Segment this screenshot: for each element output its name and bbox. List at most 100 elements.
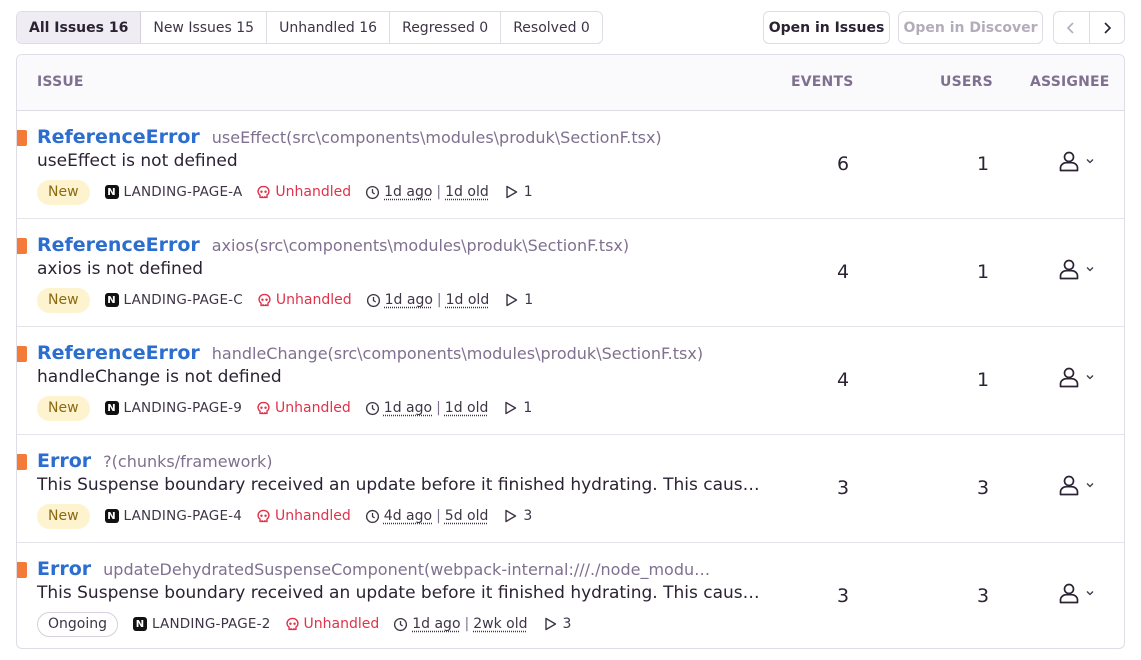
tab-new-issues[interactable]: New Issues 15: [141, 12, 268, 43]
assignee-selector[interactable]: [1057, 581, 1095, 605]
issue-culprit: useEffect(src\components\modules\produk\…: [211, 128, 662, 147]
assignee-selector[interactable]: [1057, 365, 1095, 389]
seen-times: 1d ago | 1d old: [366, 292, 490, 308]
clock-icon: [365, 509, 379, 523]
time-separator: |: [436, 184, 442, 200]
project-link[interactable]: N LANDING-PAGE-2: [133, 616, 271, 632]
open-in-discover-button[interactable]: Open in Discover: [898, 11, 1043, 44]
unhandled-indicator: Unhandled: [285, 616, 380, 632]
next-page-button[interactable]: [1090, 12, 1125, 43]
replays-count: 1: [524, 292, 534, 308]
issue-message: handleChange is not defined: [37, 367, 282, 387]
clock-icon: [366, 293, 380, 307]
events-count: 4: [836, 369, 850, 391]
status-badge: New: [37, 503, 90, 529]
play-icon: [506, 293, 518, 307]
unhandled-label: Unhandled: [275, 184, 352, 200]
level-marker: [17, 238, 27, 254]
header-assignee: ASSIGNEE: [1030, 74, 1110, 90]
replays-count: 3: [562, 616, 572, 632]
project-name: LANDING-PAGE-C: [123, 292, 243, 308]
last-seen[interactable]: 1d ago: [385, 292, 433, 308]
assignee-selector[interactable]: [1057, 149, 1095, 173]
events-count: 4: [836, 261, 850, 283]
nextjs-logo-icon: N: [104, 509, 119, 523]
issue-row[interactable]: ReferenceError useEffect(src\components\…: [17, 111, 1124, 219]
last-seen[interactable]: 4d ago: [384, 508, 432, 524]
project-name: LANDING-PAGE-A: [123, 184, 243, 200]
issue-meta: Ongoing N LANDING-PAGE-2 Unhandled 1d ag…: [37, 611, 571, 637]
issue-row[interactable]: ReferenceError axios(src\components\modu…: [17, 219, 1124, 327]
users-count: 1: [976, 369, 990, 391]
play-icon: [506, 185, 517, 199]
chevron-right-icon: [1104, 21, 1111, 34]
last-seen[interactable]: 1d ago: [384, 184, 432, 200]
status-badge: New: [37, 287, 90, 313]
project-link[interactable]: N LANDING-PAGE-9: [104, 400, 243, 416]
play-icon: [505, 509, 517, 523]
replays-count: 1: [523, 400, 533, 416]
assignee-selector[interactable]: [1057, 473, 1095, 497]
first-seen[interactable]: 1d old: [445, 184, 489, 200]
issues-table: ISSUE EVENTS USERS ASSIGNEE ReferenceErr…: [16, 54, 1125, 649]
issue-type-link[interactable]: Error: [37, 450, 91, 472]
project-link[interactable]: N LANDING-PAGE-4: [104, 508, 243, 524]
issue-row[interactable]: Error ?(chunks/framework) This Suspense …: [17, 435, 1124, 543]
issue-message: useEffect is not defined: [37, 151, 238, 171]
replays-link[interactable]: 3: [544, 616, 572, 632]
previous-page-button[interactable]: [1054, 12, 1090, 43]
issue-type-link[interactable]: Error: [37, 558, 91, 580]
issue-row[interactable]: Error updateDehydratedSuspenseComponent(…: [17, 543, 1124, 648]
replays-link[interactable]: 1: [504, 400, 532, 416]
last-seen[interactable]: 1d ago: [384, 400, 432, 416]
open-in-issues-button[interactable]: Open in Issues: [763, 11, 890, 44]
level-marker: [17, 130, 27, 146]
events-count: 3: [836, 585, 850, 607]
tab-unhandled[interactable]: Unhandled 16: [267, 12, 391, 43]
unhandled-label: Unhandled: [275, 292, 352, 308]
unhandled-indicator: Unhandled: [256, 400, 351, 416]
unhandled-label: Unhandled: [303, 616, 380, 632]
first-seen[interactable]: 2wk old: [473, 616, 527, 632]
replays-link[interactable]: 3: [504, 508, 532, 524]
issue-filter-tabs: All Issues 16 New Issues 15 Unhandled 16…: [16, 11, 603, 44]
header-events: EVENTS: [791, 74, 854, 90]
play-icon: [505, 401, 517, 415]
users-count: 3: [976, 585, 990, 607]
events-count: 6: [836, 153, 850, 175]
level-marker: [17, 562, 27, 578]
project-link[interactable]: N LANDING-PAGE-A: [104, 184, 243, 200]
first-seen[interactable]: 1d old: [446, 292, 490, 308]
replays-link[interactable]: 1: [505, 292, 533, 308]
issue-type-link[interactable]: ReferenceError: [37, 234, 200, 256]
skull-icon: [257, 185, 271, 198]
tab-regressed[interactable]: Regressed 0: [390, 12, 502, 43]
tab-all-issues[interactable]: All Issues 16: [17, 12, 142, 43]
last-seen[interactable]: 1d ago: [412, 616, 460, 632]
issue-culprit: ?(chunks/framework): [103, 452, 273, 471]
chevron-down-icon: [1086, 159, 1094, 164]
tab-resolved[interactable]: Resolved 0: [501, 12, 602, 43]
nextjs-logo-icon: N: [133, 617, 147, 631]
issue-meta: New N LANDING-PAGE-A Unhandled 1d ago | …: [37, 179, 533, 205]
user-icon: [1059, 151, 1079, 172]
status-badge: Ongoing: [37, 611, 118, 637]
seen-times: 4d ago | 5d old: [365, 508, 489, 524]
header-users: USERS: [940, 74, 993, 90]
nextjs-logo-icon: N: [104, 401, 119, 415]
nextjs-logo-icon: N: [104, 185, 119, 199]
issue-type-link[interactable]: ReferenceError: [37, 342, 200, 364]
unhandled-label: Unhandled: [275, 508, 351, 524]
first-seen[interactable]: 5d old: [445, 508, 489, 524]
issue-type-link[interactable]: ReferenceError: [37, 126, 200, 148]
project-link[interactable]: N LANDING-PAGE-C: [104, 292, 243, 308]
play-icon: [544, 617, 556, 631]
user-icon: [1059, 475, 1079, 496]
user-icon: [1059, 367, 1079, 388]
user-icon: [1059, 259, 1079, 280]
first-seen[interactable]: 1d old: [445, 400, 489, 416]
clock-icon: [365, 401, 379, 415]
assignee-selector[interactable]: [1057, 257, 1095, 281]
replays-link[interactable]: 1: [505, 184, 533, 200]
issue-row[interactable]: ReferenceError handleChange(src\componen…: [17, 327, 1124, 435]
